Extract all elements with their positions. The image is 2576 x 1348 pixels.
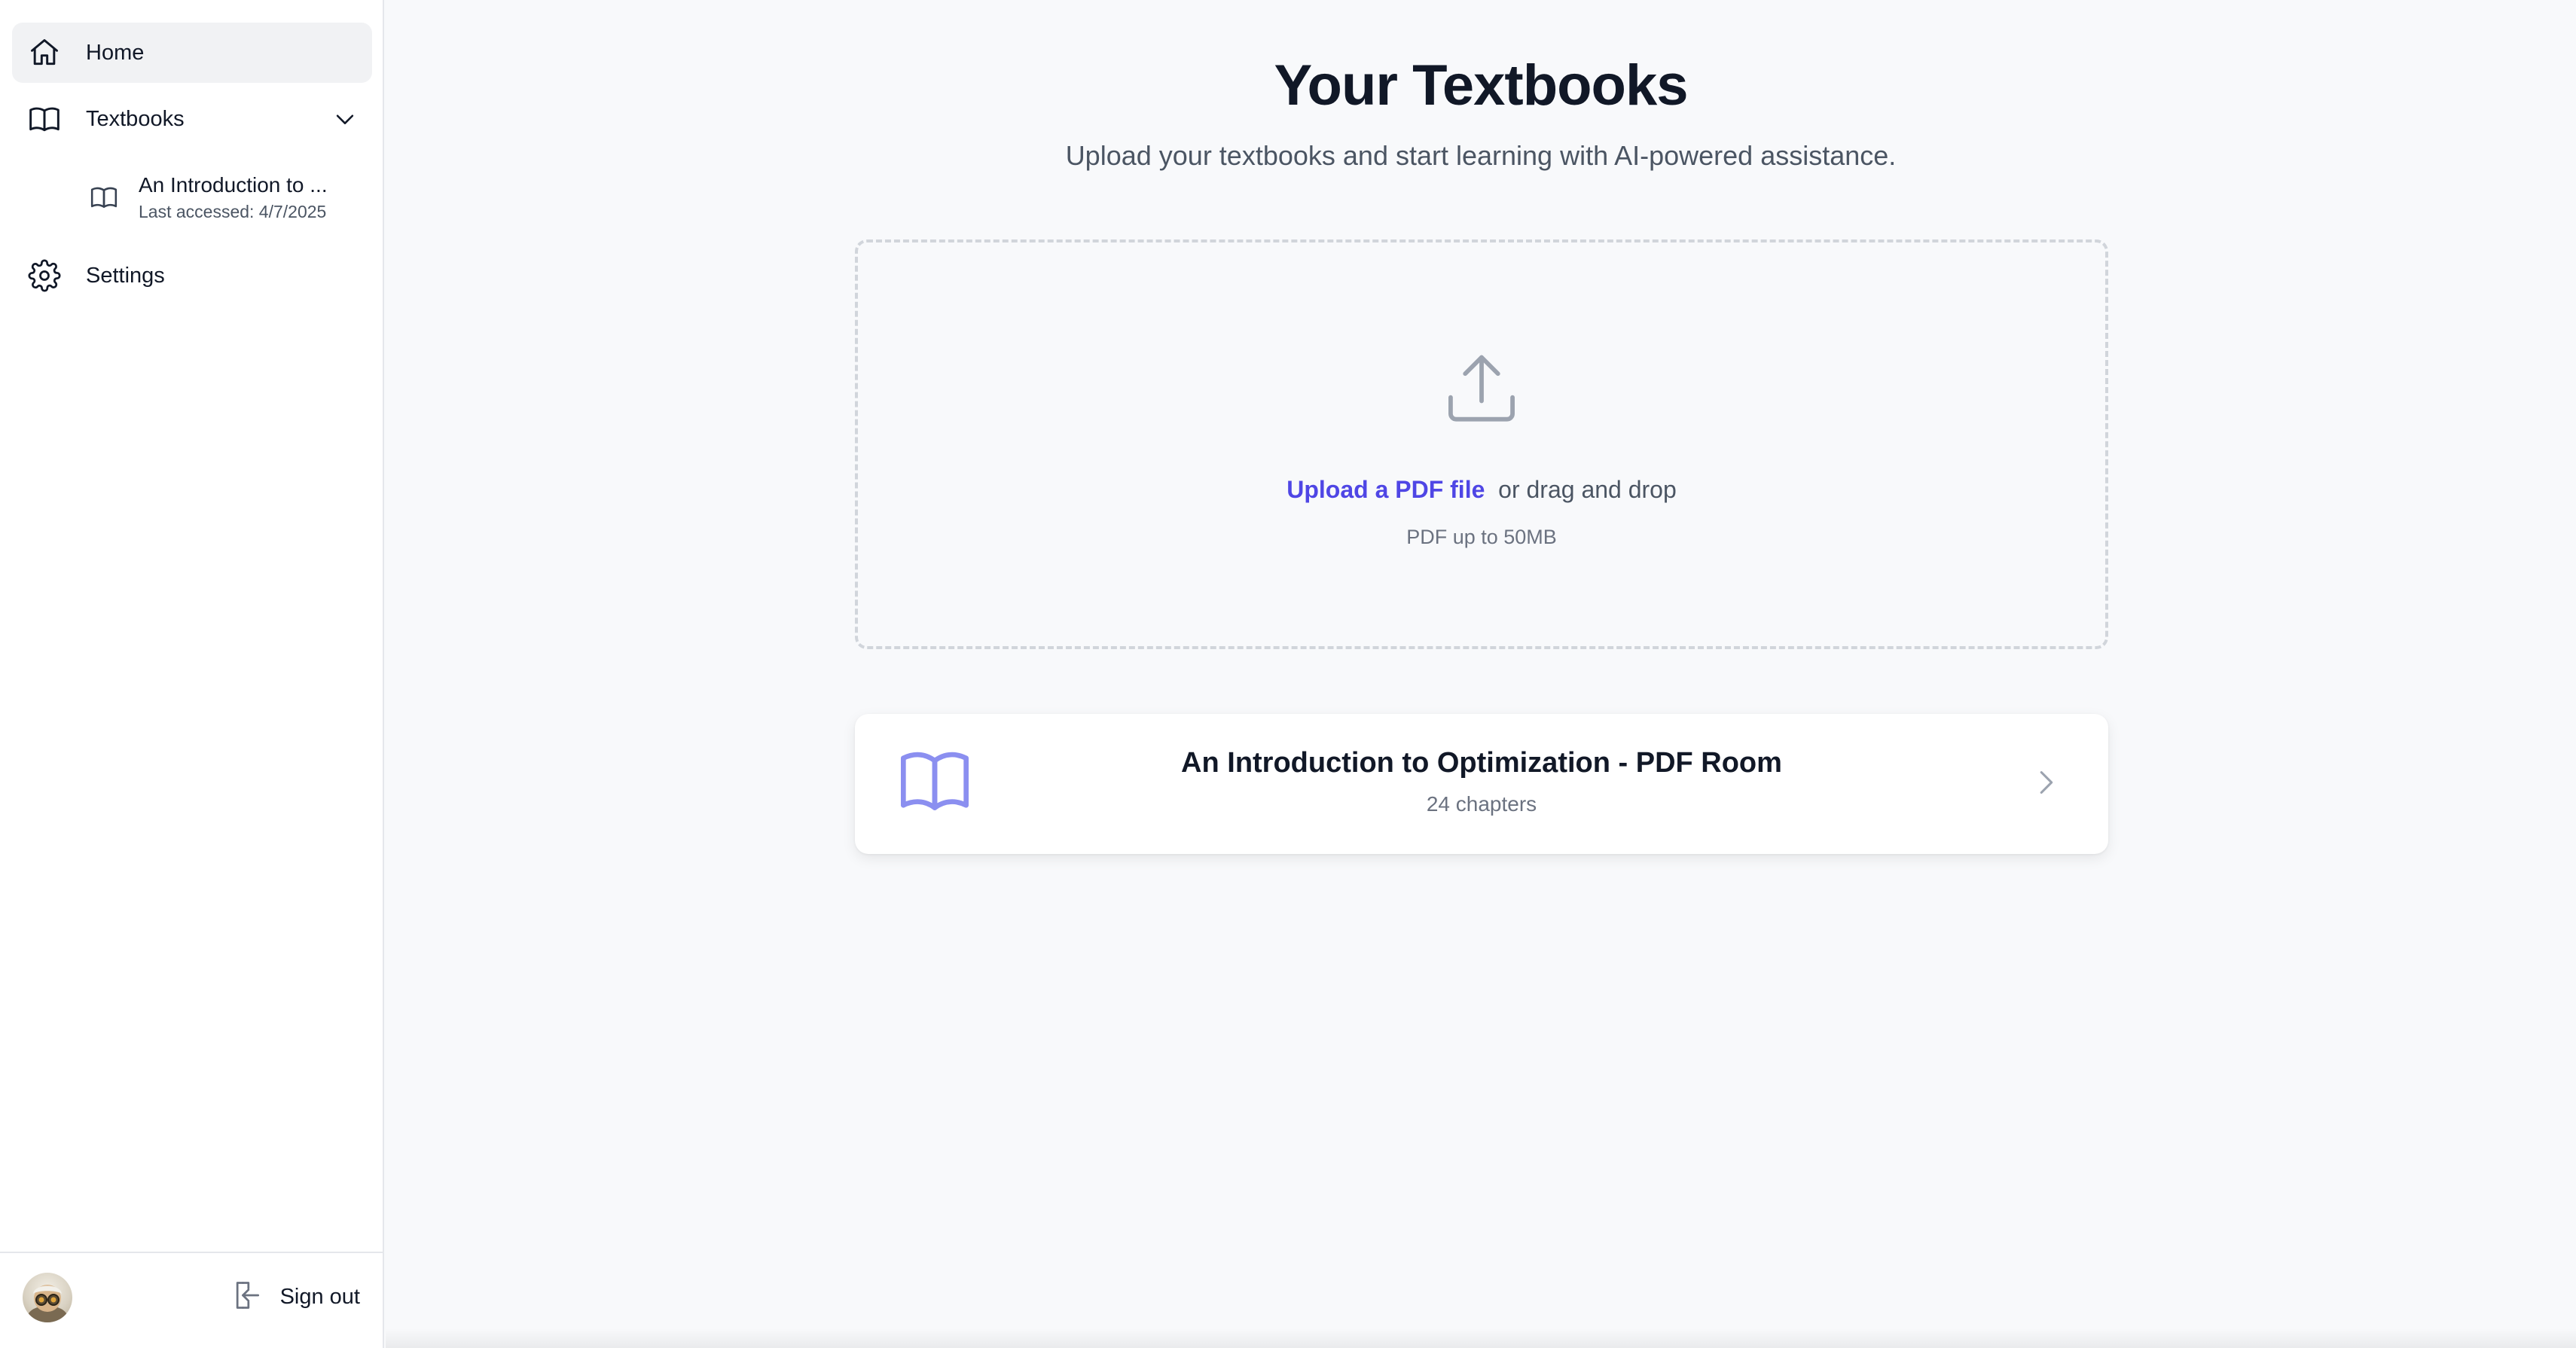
upload-icon [1438, 346, 1525, 434]
textbook-item-title: An Introduction to ... [139, 172, 328, 197]
page-title: Your Textbooks [1274, 53, 1688, 117]
book-icon [89, 182, 119, 212]
textbook-item-last-accessed: Last accessed: 4/7/2025 [139, 201, 327, 221]
sign-out-label: Sign out [279, 1284, 360, 1309]
upload-dropzone[interactable]: Upload a PDF file or drag and drop PDF u… [855, 239, 2108, 649]
dropzone-instructions: Upload a PDF file or drag and drop [858, 476, 2105, 504]
textbook-card-chapters: 24 chapters [1426, 792, 1537, 816]
chevron-down-icon[interactable] [330, 104, 360, 134]
bottom-shadow [386, 1328, 2576, 1348]
page-subtitle: Upload your textbooks and start learning… [1065, 140, 1897, 171]
sidebar: Home Textbooks An Introduction to ... La… [0, 0, 384, 1348]
textbook-item-texts: An Introduction to ... Last accessed: 4/… [139, 173, 328, 222]
sidebar-footer: Sign out [0, 1252, 383, 1348]
sidebar-item-label: Textbooks [86, 106, 185, 131]
sidebar-textbook-item[interactable]: An Introduction to ... Last accessed: 4/… [89, 167, 372, 227]
main-content: Your Textbooks Upload your textbooks and… [386, 0, 2576, 1348]
chevron-right-icon [2028, 765, 2063, 800]
sidebar-item-textbooks[interactable]: Textbooks [12, 89, 372, 149]
avatar[interactable] [23, 1273, 72, 1322]
dropzone-hint: PDF up to 50MB [1406, 526, 1557, 548]
textbook-card-title: An Introduction to Optimization - PDF Ro… [1181, 747, 1782, 779]
home-icon [27, 35, 62, 70]
textbook-card[interactable]: An Introduction to Optimization - PDF Ro… [855, 714, 2108, 854]
app-root: Home Textbooks An Introduction to ... La… [0, 0, 2576, 1348]
book-icon [27, 102, 62, 136]
drag-drop-text: or drag and drop [1498, 476, 1677, 503]
gear-icon [27, 258, 62, 293]
upload-pdf-link[interactable]: Upload a PDF file [1286, 476, 1485, 503]
sidebar-item-settings[interactable]: Settings [12, 246, 372, 306]
sidebar-item-label: Settings [86, 263, 165, 288]
sidebar-item-home[interactable]: Home [12, 23, 372, 83]
sign-out-button[interactable]: Sign out [230, 1276, 360, 1318]
sign-out-icon [230, 1279, 264, 1316]
sidebar-item-label: Home [86, 40, 145, 65]
